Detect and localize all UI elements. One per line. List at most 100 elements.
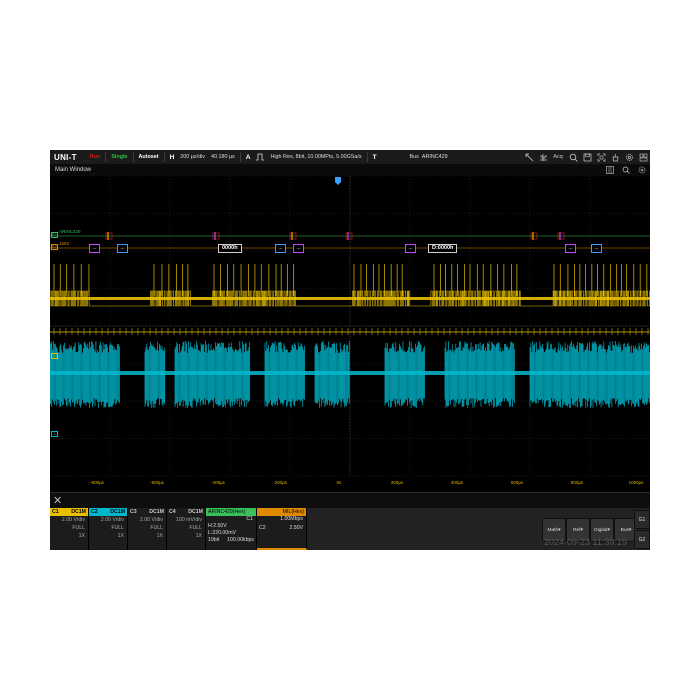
acquire-info[interactable]: High Res, 8bit, 10.00MPts, 5.00GSa/s [267, 150, 364, 164]
x-tick-label: -400µs [211, 480, 225, 485]
window-settings-icon[interactable] [634, 164, 650, 176]
brand-logo: UNI-T [54, 152, 77, 162]
decode-packet[interactable]: ... [565, 244, 576, 253]
measure-icon[interactable] [536, 150, 550, 164]
acquire-pulse-icon [253, 150, 267, 164]
channel-3-coupling: DC1M [149, 509, 164, 515]
layout-icon[interactable] [636, 150, 650, 164]
channel-3-probe: 1X [156, 533, 163, 539]
save-icon[interactable] [580, 150, 594, 164]
waveform-area[interactable]: ARINC429 1553 B1 B2 1 2 0000h D:0000h ..… [50, 176, 650, 492]
channel-2-bw: FULL [111, 525, 124, 531]
run-stop-button[interactable]: Run [87, 150, 103, 164]
channel-4-probe: 1X [195, 533, 202, 539]
bus2-label: 1553 [59, 241, 70, 246]
channel-3-box[interactable]: C3 DC1M 2.00 V/div FULL 1X [128, 508, 167, 550]
ch2-marker[interactable]: 2 [51, 431, 58, 437]
top-toolbar: UNI-T Run Single Autoset H 200 µs/div 40… [50, 150, 650, 164]
channel-1-bw: FULL [72, 525, 85, 531]
x-tick-label: 1000µs [628, 480, 644, 485]
x-tick-label: 400µs [450, 480, 464, 485]
single-button[interactable]: Single [108, 150, 130, 164]
channel-1-low-ticks [53, 328, 649, 335]
decode-value-2[interactable]: D:0000h [428, 244, 458, 253]
bus-1-box[interactable]: ARINC429(Hex) C1 H:2.50V L:220.00mV 19bi… [206, 508, 257, 550]
settings-gear-icon[interactable] [622, 150, 636, 164]
bus-trigger-label[interactable]: Bus ARINC429 [380, 150, 451, 164]
bus-2-rate: 1.00Mbps [280, 516, 303, 522]
channel-2-box[interactable]: C2 DC1M 2.00 V/div FULL 1X [89, 508, 128, 550]
clear-icon[interactable] [608, 150, 622, 164]
channel-3-bw: FULL [150, 525, 163, 531]
decode-packet[interactable]: ... [591, 244, 602, 253]
decode-packet[interactable]: ... [89, 244, 100, 253]
channel-4-coupling: DC1M [188, 509, 203, 515]
bus-2-title: MIL(Hex) [282, 509, 304, 515]
channel-2-name: C2 [91, 509, 98, 515]
bus-label: Bus [409, 154, 419, 160]
main-window-title: Main Window [55, 167, 92, 173]
delay-value[interactable]: 40.180 µs [208, 150, 238, 164]
bus-1-source: C1 [246, 516, 253, 522]
decode-packet[interactable]: ... [117, 244, 128, 253]
decode-packet[interactable]: ... [405, 244, 416, 253]
x-tick-label: 800µs [570, 480, 584, 485]
channel-1-scale: 2.00 V/div [61, 517, 85, 523]
channel-1-box[interactable]: C1 DC1M 2.00 V/div FULL 1X [50, 508, 89, 550]
bus2-marker[interactable]: B2 [51, 244, 58, 250]
channel-4-box[interactable]: C4 DC1M 100 mV/div FULL 1X [167, 508, 206, 550]
waveform-canvas [50, 176, 650, 477]
channel-4-scale: 100 mV/div [176, 517, 202, 523]
horizontal-badge[interactable]: H [167, 150, 178, 164]
channel-2-scale: 2.00 V/div [100, 517, 124, 523]
x-tick-label: -200µs [273, 480, 287, 485]
channel-2-centerline [50, 371, 650, 375]
timebase-value[interactable]: 200 µs/div [177, 150, 208, 164]
bus-1-high-threshold: H:2.50V [208, 523, 227, 529]
window-layout-icon[interactable] [602, 164, 618, 176]
bus-2-source: C2 [259, 525, 266, 531]
x-tick-label: 200µs [390, 480, 404, 485]
decode-packet[interactable]: ... [293, 244, 304, 253]
bus1-marker[interactable]: B1 [51, 232, 58, 238]
decode-packet[interactable]: ... [275, 244, 286, 253]
channel-3-scale: 2.00 V/div [139, 517, 163, 523]
bus-1-rate: 100.00kbps [227, 537, 254, 543]
acquire-badge[interactable]: A [243, 150, 254, 164]
zoom-icon[interactable] [618, 164, 634, 176]
channel-2-coupling: DC1M [110, 509, 125, 515]
decode-value-1[interactable]: 0000h [218, 244, 242, 253]
tool-strip: ✕ [50, 492, 650, 509]
channel-1-coupling: DC1M [71, 509, 86, 515]
x-tick-label: -800µs [90, 480, 104, 485]
g1-button[interactable]: G1 [634, 510, 650, 529]
channel-3-name: C3 [130, 509, 137, 515]
channel-4-bw: FULL [189, 525, 202, 531]
autoset-button[interactable]: Autoset [136, 150, 162, 164]
channel-panel: C1 DC1M 2.00 V/div FULL 1X C2 DC1M 2.00 V/… [50, 508, 650, 550]
datetime: 2024-09-23 11:39:19 [544, 537, 627, 547]
touch-lock-icon[interactable]: ✕ [53, 494, 62, 507]
bus-1-low-threshold: L:220.00mV [208, 530, 236, 536]
bus-2-level: 2.50V [289, 525, 303, 531]
bus-1-width: 19bit [208, 537, 220, 543]
bus-2-box[interactable]: MIL(Hex) 1.00Mbps C2 2.50V [257, 508, 307, 550]
channel-1-probe: 1X [78, 533, 85, 539]
screenshot-icon[interactable] [594, 150, 608, 164]
channel-1-baseline [50, 297, 650, 300]
bus-protocol: ARINC429 [421, 154, 448, 160]
bus1-label: ARINC429 [59, 229, 81, 234]
trigger-badge[interactable]: T [370, 150, 380, 164]
channel-4-name: C4 [169, 509, 176, 515]
acquire-menu-icon[interactable]: Acq [550, 150, 566, 164]
channel-1-name: C1 [52, 509, 59, 515]
main-window-bar: Main Window [50, 164, 650, 176]
cursor-icon[interactable] [522, 150, 536, 164]
bus-1-title: ARINC429(Hex) [208, 509, 246, 515]
search-icon[interactable] [566, 150, 580, 164]
oscilloscope-screen: UNI-T Run Single Autoset H 200 µs/div 40… [50, 150, 650, 550]
channel-2-probe: 1X [117, 533, 124, 539]
g2-button[interactable]: G2 [634, 530, 650, 549]
ch1-marker[interactable]: 1 [51, 353, 58, 359]
trigger-position-marker [335, 177, 341, 185]
